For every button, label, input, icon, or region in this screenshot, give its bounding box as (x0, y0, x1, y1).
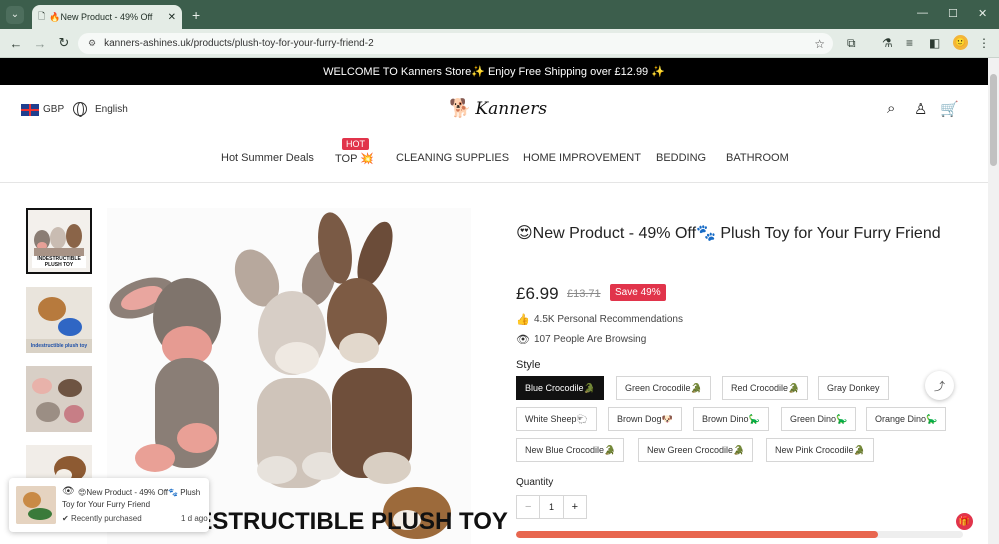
browser-tab-bar: ⌄ 🗋 🔥New Product - 49% Off ✕ + — ☐ ✕ (0, 0, 999, 29)
uk-flag-icon[interactable] (21, 104, 39, 116)
recommendations-text: 4.5K Personal Recommendations (534, 314, 683, 325)
browser-menu-icon[interactable]: ⋮ (978, 36, 990, 50)
globe-icon[interactable] (73, 102, 87, 117)
gallery-thumbnail[interactable]: INDESTRUCTIBLE PLUSH TOY (26, 208, 92, 274)
browsing-text: 107 People Are Browsing (534, 334, 647, 345)
browsing-row: 👁 107 People Are Browsing (516, 333, 646, 346)
nav-bedding[interactable]: BEDDING (656, 152, 706, 164)
scrollbar-thumb[interactable] (990, 74, 997, 166)
popup-product-picture (16, 486, 56, 524)
style-option-gray-donkey[interactable]: Gray Donkey (818, 376, 889, 400)
logo-text: Kanners (475, 98, 548, 119)
popup-product-text: 😍New Product - 49% Off🐾 Plush Toy for Yo… (62, 488, 201, 509)
style-option-orange-dino[interactable]: Orange Dino🦕 (866, 407, 947, 431)
nav-bathroom[interactable]: BATHROOM (726, 152, 789, 164)
recently-purchased-text: ✔ Recently purchased (62, 514, 142, 523)
style-option-new-blue-crocodile[interactable]: New Blue Crocodile🐊 (516, 438, 625, 462)
store-header: GBP English 🐕 Kanners ⌕ ♙ 🛒 HOT Hot Summ… (0, 85, 988, 183)
nav-cleaning-supplies[interactable]: CLEANING SUPPLIES (396, 152, 509, 164)
extensions-icon[interactable]: ⧉ (847, 36, 856, 51)
toy-pile-thumb-image (26, 366, 92, 432)
product-title: 😍New Product - 49% Off🐾 Plush Toy for Yo… (516, 225, 941, 242)
promo-bar: WELCOME TO Kanners Store✨ Enjoy Free Shi… (0, 58, 988, 85)
gallery-thumbnail[interactable]: Indestructible plush toy (26, 287, 92, 353)
close-window-icon[interactable]: ✕ (978, 7, 987, 20)
share-icon[interactable]: ⤴ (925, 371, 954, 400)
thumb-caption: INDESTRUCTIBLE PLUSH TOY (32, 256, 86, 268)
style-option-red-crocodile[interactable]: Red Crocodile🐊 (722, 376, 809, 400)
browser-tab[interactable]: 🗋 🔥New Product - 49% Off ✕ (32, 5, 182, 29)
dog-logo-icon: 🐕 (449, 98, 472, 118)
popup-product-image (16, 486, 56, 524)
tab-search-button[interactable]: ⌄ (6, 5, 24, 24)
style-option-new-green-crocodile[interactable]: New Green Crocodile🐊 (638, 438, 754, 462)
new-tab-button[interactable]: + (192, 7, 200, 23)
browser-toolbar: ← → ↻ ⚙ kanners-ashines.uk/products/plus… (0, 29, 999, 58)
quantity-input[interactable]: 1 (539, 496, 564, 518)
nav-home-improvement[interactable]: HOME IMPROVEMENT (523, 152, 641, 164)
search-icon[interactable]: ⌕ (887, 100, 895, 117)
quantity-decrease-button[interactable]: − (517, 496, 539, 518)
back-icon[interactable]: ← (4, 36, 28, 51)
lab-flask-icon[interactable]: ⚗ (882, 36, 893, 50)
cart-icon[interactable]: 🛒 (940, 100, 959, 118)
stock-progress-bar (516, 531, 963, 538)
gift-icon[interactable]: 🎁 (956, 513, 973, 530)
address-bar[interactable]: ⚙ kanners-ashines.uk/products/plush-toy-… (78, 33, 833, 54)
save-badge: Save 49% (610, 284, 666, 301)
language-selector[interactable]: English (95, 104, 128, 115)
recommendations-row: 👍 4.5K Personal Recommendations (516, 313, 683, 326)
style-option-green-dino[interactable]: Green Dino🦕 (781, 407, 857, 431)
page-scrollbar[interactable] (988, 58, 999, 544)
recently-purchased-label: Recently purchased (70, 514, 142, 523)
thumb-caption: Indestructible plush toy (30, 343, 88, 349)
compare-price: £13.71 (567, 288, 601, 300)
style-option-white-sheep[interactable]: White Sheep🐑 (516, 407, 597, 431)
page-favicon-icon: 🗋 (38, 11, 46, 21)
sale-price: £6.99 (516, 284, 559, 303)
side-panel-icon[interactable]: ◧ (929, 36, 940, 50)
eye-icon: 👁 (516, 334, 530, 346)
recent-purchase-popup[interactable]: 👁 😍New Product - 49% Off🐾 Plush Toy for … (9, 478, 209, 532)
thumbs-up-icon: 👍 (516, 314, 530, 326)
site-info-icon[interactable]: ⚙ (88, 38, 96, 49)
style-option-blue-crocodile[interactable]: Blue Crocodile🐊 (516, 376, 604, 400)
style-label: Style (516, 359, 541, 371)
url-text: kanners-ashines.uk/products/plush-toy-fo… (104, 38, 374, 49)
nav-top[interactable]: TOP 💥 (335, 152, 374, 165)
bookmark-star-icon[interactable]: ☆ (814, 37, 825, 51)
forward-icon[interactable]: → (28, 36, 52, 51)
style-option-brown-dog[interactable]: Brown Dog🐶 (608, 407, 682, 431)
close-tab-icon[interactable]: ✕ (168, 12, 176, 23)
stock-progress-fill (516, 531, 879, 538)
purchase-time: 1 d ago (181, 514, 208, 523)
style-option-green-crocodile[interactable]: Green Crocodile🐊 (616, 376, 711, 400)
style-option-brown-dino[interactable]: Brown Dino🦕 (693, 407, 769, 431)
quantity-increase-button[interactable]: + (564, 496, 586, 518)
nav-hot-summer-deals[interactable]: Hot Summer Deals (221, 152, 314, 164)
account-icon[interactable]: ♙ (914, 100, 927, 118)
gallery-thumbnail[interactable] (26, 366, 92, 432)
reading-list-icon[interactable]: ≡ (906, 36, 913, 50)
profile-avatar[interactable]: 🙂 (953, 35, 968, 50)
quantity-label: Quantity (516, 477, 554, 488)
minimize-icon[interactable]: — (917, 7, 928, 19)
store-logo[interactable]: 🐕 Kanners (449, 98, 547, 119)
maximize-icon[interactable]: ☐ (948, 7, 958, 20)
style-option-new-pink-crocodile[interactable]: New Pink Crocodile🐊 (766, 438, 874, 462)
tab-title: 🔥New Product - 49% Off (49, 11, 153, 22)
reload-icon[interactable]: ↻ (52, 35, 76, 51)
quantity-stepper: − 1 + (516, 495, 587, 519)
hot-badge: HOT (342, 138, 369, 150)
currency-selector[interactable]: GBP (43, 104, 64, 115)
promo-text: WELCOME TO Kanners Store✨ Enjoy Free Shi… (323, 66, 665, 78)
